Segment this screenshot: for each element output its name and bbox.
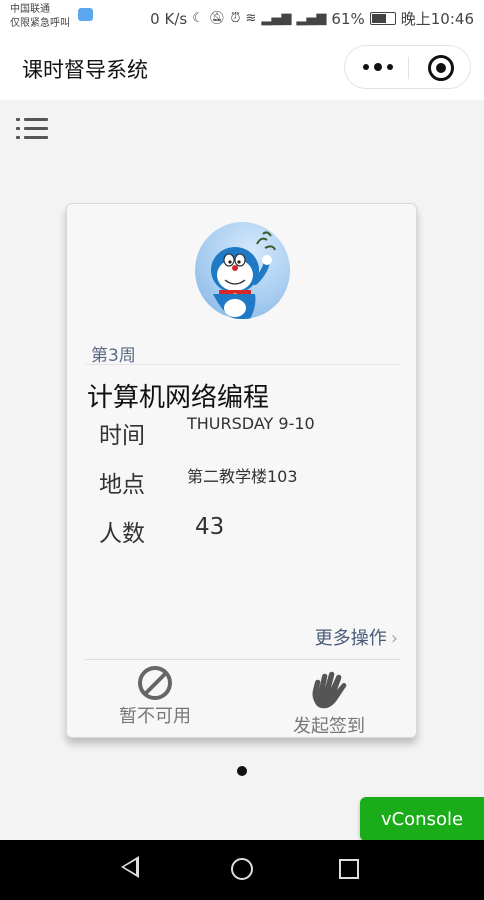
battery-icon: [369, 12, 396, 25]
chevron-right-icon: ›: [390, 628, 398, 649]
nav-bar: 课时督导系统: [0, 36, 484, 100]
miniprogram-capsule: [344, 45, 471, 89]
avatar: [195, 222, 290, 319]
signal-icon-2: ▂▄▆: [296, 11, 327, 26]
alarm-icon: ⏰︎: [230, 11, 241, 26]
moon-icon: ☾: [192, 11, 204, 26]
wifi-icon: ≋: [245, 11, 257, 26]
more-actions-label: 更多操作: [314, 628, 387, 649]
vconsole-button[interactable]: vConsole: [360, 797, 484, 841]
list-icon[interactable]: [16, 116, 48, 144]
more-actions-link[interactable]: 更多操作 ›: [315, 624, 398, 650]
course-name: 计算机网络编程: [87, 383, 270, 413]
hand-icon: [312, 671, 347, 709]
net-speed: 0 K/s: [150, 9, 188, 28]
time-label: 时间: [99, 423, 145, 449]
carrier-name: 中国联通: [10, 4, 50, 15]
location-label: 地点: [99, 472, 145, 498]
status-indicators: 0 K/s ☾ 🔕︎ ⏰︎ ≋ ▂▄▆ ▂▄▆ 61% 晚上10:46: [150, 8, 474, 29]
unavailable-button[interactable]: 暂不可用: [95, 666, 215, 728]
carrier-status: 仅限紧急呼叫: [10, 18, 70, 29]
ban-icon: [138, 666, 172, 700]
mute-icon: 🔕︎: [208, 11, 226, 26]
page-indicator-dot: [237, 766, 247, 776]
recent-apps-icon[interactable]: [339, 859, 359, 879]
close-miniprogram-icon[interactable]: [428, 55, 454, 81]
battery-percent: 61%: [331, 9, 365, 28]
start-signin-label: 发起签到: [293, 716, 365, 737]
more-options-icon[interactable]: [363, 57, 393, 77]
doraemon-avatar-image: [211, 231, 276, 319]
week-label: 第3周: [91, 346, 136, 366]
unavailable-label: 暂不可用: [119, 706, 191, 727]
course-card: 第3周 计算机网络编程 时间 THURSDAY 9-10 地点 第二教学楼103…: [66, 203, 417, 738]
home-icon[interactable]: [231, 858, 253, 880]
notification-icon: [78, 8, 93, 21]
clock: 晚上10:46: [400, 10, 474, 28]
carrier-info: 中国联通 仅限紧急呼叫: [10, 3, 70, 31]
count-label: 人数: [99, 521, 145, 547]
page-title: 课时督导系统: [22, 58, 148, 82]
time-value: THURSDAY 9-10: [187, 414, 315, 433]
back-icon[interactable]: [121, 856, 139, 878]
capsule-divider: [408, 57, 409, 79]
signal-icon: ▂▄▆: [261, 11, 292, 26]
start-signin-button[interactable]: 发起签到: [269, 666, 389, 738]
divider: [85, 364, 400, 365]
status-bar: 中国联通 仅限紧急呼叫 0 K/s ☾ 🔕︎ ⏰︎ ≋ ▂▄▆ ▂▄▆ 61% …: [0, 0, 484, 36]
count-value: 43: [195, 514, 225, 540]
divider: [85, 659, 400, 660]
location-value: 第二教学楼103: [187, 467, 298, 486]
system-navigation-bar: [0, 840, 484, 900]
